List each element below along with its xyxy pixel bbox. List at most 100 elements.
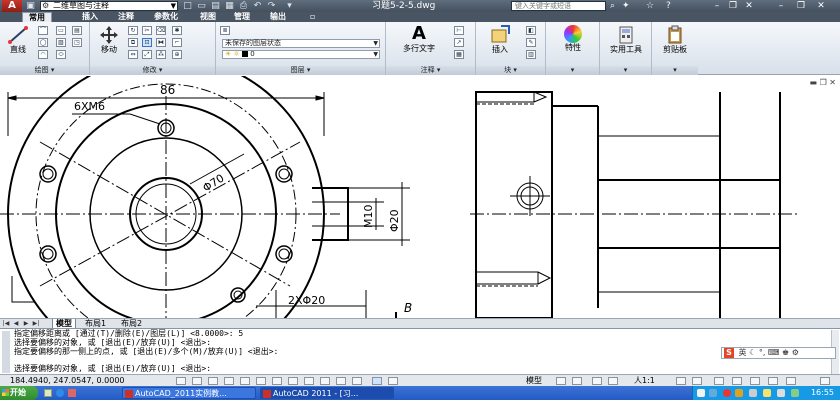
- tray-security-icon[interactable]: [723, 389, 731, 397]
- panel-title-block[interactable]: 块 ▾: [476, 66, 545, 75]
- workspace-switching-icon[interactable]: [714, 377, 724, 385]
- trim-icon[interactable]: ✂: [142, 26, 152, 35]
- tray-network-icon[interactable]: [749, 389, 757, 397]
- quick-access-dropdown-icon[interactable]: ▾: [284, 1, 295, 11]
- doc-minimize-button[interactable]: –: [774, 0, 788, 12]
- taskbar-item[interactable]: AutoCAD_2011实例教...: [122, 387, 256, 399]
- properties-button[interactable]: 特性: [552, 25, 594, 52]
- fillet-icon[interactable]: ⌐: [172, 38, 182, 47]
- zoom-icon[interactable]: [608, 377, 618, 385]
- model-space-toggle-icon[interactable]: [372, 377, 382, 385]
- join-icon[interactable]: ⊕: [172, 50, 182, 59]
- polyline-icon[interactable]: ⌒: [38, 26, 48, 35]
- hardware-acceleration-icon[interactable]: [750, 377, 760, 385]
- quick-view-layouts-icon[interactable]: [556, 377, 566, 385]
- stretch-icon[interactable]: ⇔: [128, 50, 138, 59]
- snap-toggle-icon[interactable]: [176, 377, 186, 385]
- clean-screen-icon[interactable]: [820, 377, 830, 385]
- ribbon-minimize-icon[interactable]: ▫: [304, 12, 321, 22]
- redo-icon[interactable]: ↷: [266, 1, 277, 11]
- mirror-icon[interactable]: ⧓: [156, 38, 166, 47]
- move-button[interactable]: 移动: [94, 25, 124, 54]
- application-menu-button[interactable]: A: [2, 0, 22, 12]
- ortho-toggle-icon[interactable]: [208, 377, 218, 385]
- next-tab-icon[interactable]: ▶: [22, 320, 30, 328]
- ime-language-toggle[interactable]: 英: [739, 348, 747, 357]
- viewport-minimize-icon[interactable]: ▬: [809, 78, 817, 87]
- tray-misc-icon[interactable]: [791, 389, 799, 397]
- grid-toggle-icon[interactable]: [192, 377, 202, 385]
- ime-keyboard-icon[interactable]: ⌨: [768, 348, 780, 357]
- save-as-icon[interactable]: ▦: [224, 1, 235, 11]
- last-tab-icon[interactable]: ▶|: [32, 320, 40, 328]
- open-file-icon[interactable]: ▭: [196, 1, 207, 11]
- panel-title-draw[interactable]: 绘图 ▾: [0, 66, 89, 75]
- clipboard-button[interactable]: 剪贴板: [654, 25, 696, 54]
- toolbar-lock-icon[interactable]: [732, 377, 742, 385]
- viewport-restore-icon[interactable]: ❐: [820, 78, 827, 87]
- close-button[interactable]: ✕: [742, 0, 756, 12]
- insert-block-button[interactable]: 插入: [480, 25, 520, 54]
- layout-toggle-icon[interactable]: [388, 377, 398, 385]
- lineweight-toggle-icon[interactable]: [304, 377, 314, 385]
- save-file-icon[interactable]: ▤: [210, 1, 221, 11]
- workspace-select[interactable]: ⚙ 二维草图与注释 ▼: [40, 1, 178, 11]
- tray-language-icon[interactable]: [697, 389, 705, 397]
- tab-parametric[interactable]: 参数化: [148, 12, 184, 22]
- table-icon[interactable]: ▦: [454, 50, 464, 59]
- quicklaunch-media-icon[interactable]: [68, 389, 76, 397]
- layer-properties-icon[interactable]: ≣: [220, 26, 230, 35]
- pan-icon[interactable]: [592, 377, 602, 385]
- help-icon[interactable]: ?: [666, 0, 671, 12]
- save-icon[interactable]: ▣: [25, 1, 36, 11]
- tab-insert[interactable]: 插入: [76, 12, 104, 22]
- array-icon[interactable]: ⁂: [156, 50, 166, 59]
- taskbar-clock[interactable]: 16:55: [811, 386, 834, 400]
- linear-dimension-icon[interactable]: ⊢: [454, 26, 464, 35]
- application-status-menu-icon[interactable]: [786, 377, 796, 385]
- panel-title-utilities[interactable]: ▾: [600, 66, 651, 75]
- plot-icon[interactable]: ⎙: [238, 1, 249, 11]
- panel-title-clipboard[interactable]: ▾: [652, 66, 698, 75]
- ime-skin-icon[interactable]: ♚: [782, 348, 789, 357]
- command-window[interactable]: 指定偏移距离或 [通过(T)/删除(E)/图层(L)] <8.0000>: 5 …: [0, 328, 840, 374]
- explode-icon[interactable]: ✱: [172, 26, 182, 35]
- start-button[interactable]: 开始: [0, 386, 38, 400]
- drawing-canvas[interactable]: 86 6XM6 Φ70 M10 Φ20 2XΦ20 B ▬ ❐ ✕: [0, 76, 840, 318]
- panel-title-layers[interactable]: 图层 ▾: [216, 66, 385, 75]
- leader-icon[interactable]: ↗: [454, 38, 464, 47]
- otrack-toggle-icon[interactable]: [256, 377, 266, 385]
- quick-properties-toggle-icon[interactable]: [336, 377, 346, 385]
- ime-settings-icon[interactable]: ⚙: [792, 348, 799, 357]
- tab-output[interactable]: 输出: [264, 12, 292, 22]
- selection-cycling-toggle-icon[interactable]: [352, 377, 362, 385]
- tray-help-icon[interactable]: [709, 389, 717, 397]
- dyn-toggle-icon[interactable]: [288, 377, 298, 385]
- arc-icon[interactable]: ◠: [38, 50, 48, 59]
- hatch-icon[interactable]: ▨: [56, 38, 66, 47]
- favorites-icon[interactable]: ☆: [646, 0, 654, 12]
- copy-icon[interactable]: ⧉: [128, 38, 138, 47]
- ime-moon-icon[interactable]: ☾: [749, 348, 756, 357]
- tray-sogou-icon[interactable]: [735, 389, 743, 397]
- tray-volume-icon[interactable]: [777, 389, 785, 397]
- region-icon[interactable]: ◳: [72, 38, 82, 47]
- circle-icon[interactable]: ◯: [38, 38, 48, 47]
- viewport-close-icon[interactable]: ✕: [829, 78, 836, 87]
- layer-state-select[interactable]: 未保存的图层状态 ▼: [222, 39, 380, 48]
- line-button[interactable]: 直线: [3, 25, 33, 54]
- transparency-toggle-icon[interactable]: [320, 377, 330, 385]
- annotation-visibility-icon[interactable]: [676, 377, 686, 385]
- tab-manage[interactable]: 管理: [228, 12, 256, 22]
- quick-view-drawings-icon[interactable]: [572, 377, 582, 385]
- viewport-controls[interactable]: ▬ ❐ ✕: [809, 78, 836, 87]
- polar-toggle-icon[interactable]: [224, 377, 234, 385]
- drawing-svg[interactable]: 86 6XM6 Φ70 M10 Φ20 2XΦ20 B: [0, 76, 840, 318]
- quicklaunch-browser-icon[interactable]: [56, 389, 64, 397]
- offset-icon[interactable]: ⊡: [142, 38, 152, 47]
- isolate-objects-icon[interactable]: [768, 377, 778, 385]
- prev-tab-icon[interactable]: ◀: [12, 320, 20, 328]
- new-file-icon[interactable]: □: [182, 1, 193, 11]
- restore-button[interactable]: ❐: [726, 0, 740, 12]
- ducs-toggle-icon[interactable]: [272, 377, 282, 385]
